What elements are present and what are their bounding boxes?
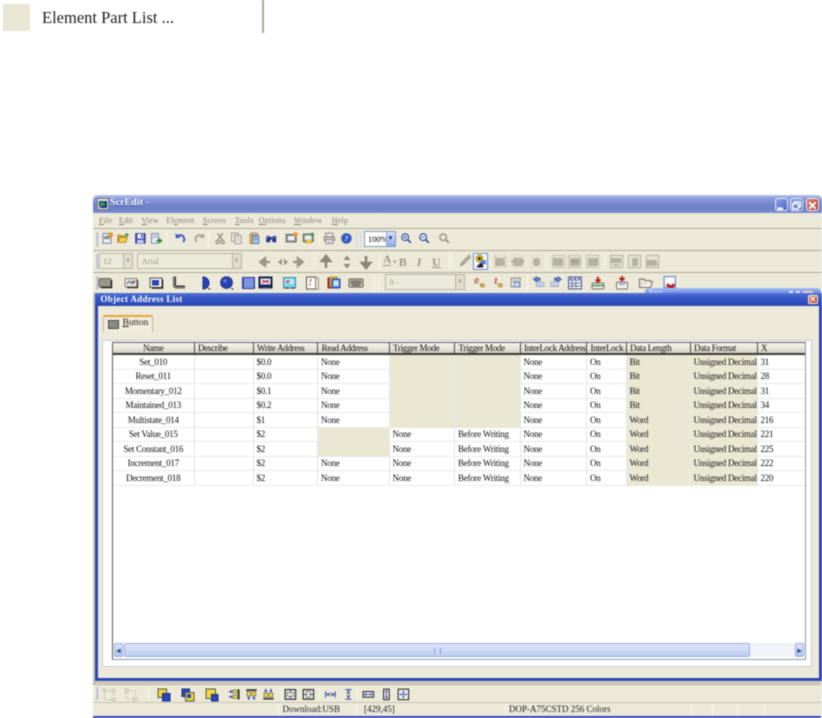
svg-text:0: 0 [475,276,480,285]
svg-text:?: ? [344,233,348,242]
svg-text:!: ! [309,277,313,287]
